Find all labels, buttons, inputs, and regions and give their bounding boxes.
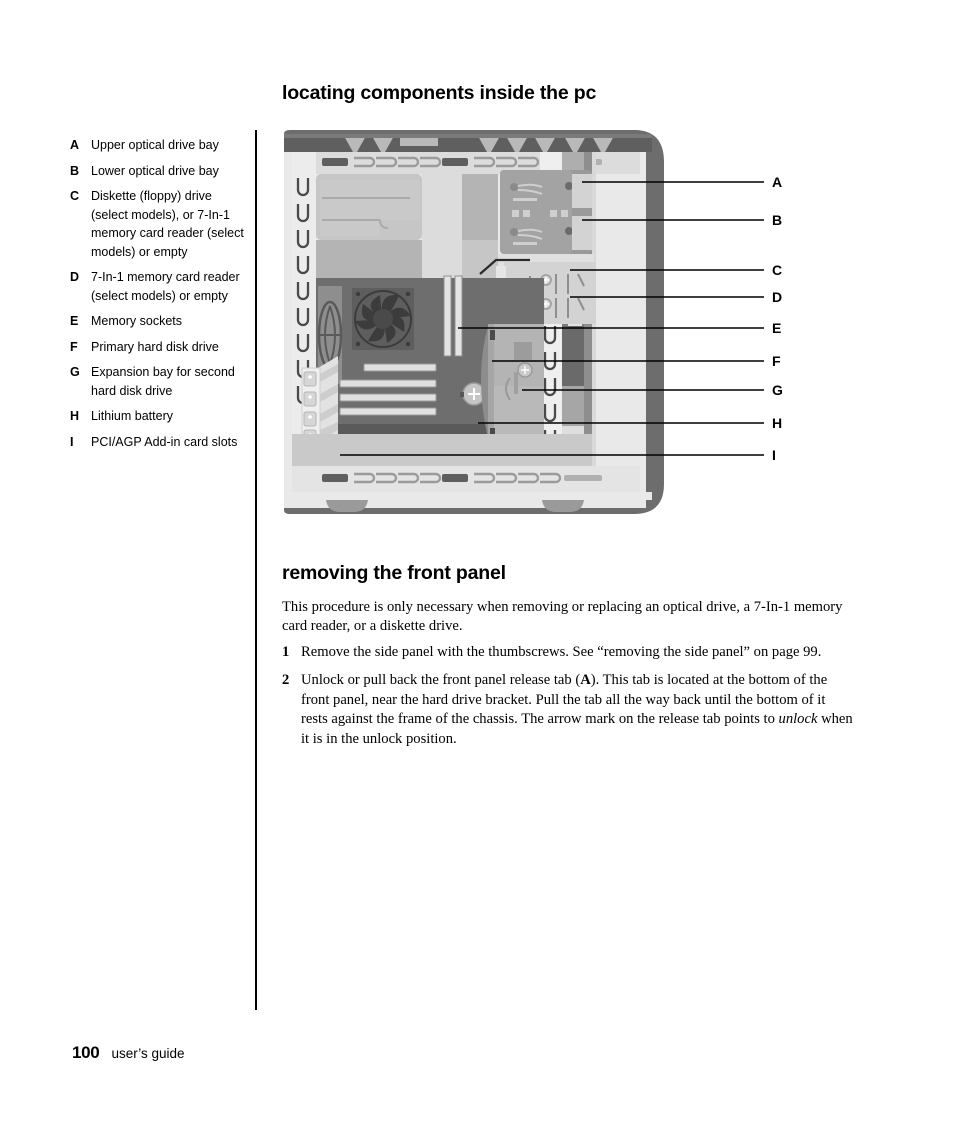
- legend-letter: A: [70, 138, 80, 152]
- legend-label: Diskette (floppy) drive (select models),…: [91, 189, 244, 259]
- legend-letter: B: [70, 163, 80, 178]
- legend-letter: H: [70, 409, 80, 423]
- callout-a: A: [772, 174, 783, 190]
- list-item: H Lithium battery: [70, 407, 245, 426]
- legend-letter: E: [70, 314, 79, 328]
- list-item: 1 Remove the side panel with the thumbsc…: [282, 643, 854, 662]
- manual-page: A Upper optical drive bay B Lower optica…: [0, 0, 954, 1123]
- callout-e: E: [772, 320, 782, 336]
- callout-i: I: [772, 447, 776, 463]
- legend-label: Upper optical drive bay: [91, 138, 219, 152]
- legend-letter: C: [70, 189, 80, 203]
- list-item: A Upper optical drive bay: [70, 136, 245, 155]
- legend-letter: G: [70, 365, 80, 379]
- callout-g: G: [772, 382, 783, 398]
- legend-letter: F: [70, 339, 78, 354]
- callout-h: H: [772, 415, 783, 431]
- legend-label: Expansion bay for second hard disk drive: [91, 365, 235, 398]
- legend-label: 7-In-1 memory card reader (select models…: [91, 270, 240, 303]
- list-item: 2 Unlock or pull back the front panel re…: [282, 671, 854, 749]
- list-item: G Expansion bay for second hard disk dri…: [70, 363, 245, 400]
- pc-interior-illustration: A B C D E F G H I: [282, 128, 792, 518]
- callout-b: B: [772, 212, 783, 228]
- legend-letter: D: [70, 270, 80, 284]
- list-item: D 7-In-1 memory card reader (select mode…: [70, 268, 245, 305]
- page-footer: 100 user’s guide: [72, 1043, 185, 1063]
- legend-letter: I: [70, 434, 74, 449]
- procedure-steps: 1 Remove the side panel with the thumbsc…: [282, 643, 854, 758]
- list-item: C Diskette (floppy) drive (select models…: [70, 187, 245, 261]
- legend-label: Lower optical drive bay: [91, 163, 219, 178]
- list-item: B Lower optical drive bay: [70, 162, 245, 181]
- step-emphasis-unlock: unlock: [778, 711, 818, 728]
- step-text: Remove the side panel with the thumbscre…: [301, 644, 822, 660]
- column-divider: [255, 130, 257, 1010]
- page-title: locating components inside the pc: [282, 82, 597, 104]
- list-item: I PCI/AGP Add-in card slots: [70, 433, 245, 452]
- legend-label: PCI/AGP Add-in card slots: [91, 434, 238, 449]
- legend-list: A Upper optical drive bay B Lower optica…: [70, 136, 245, 458]
- step-number: 2: [282, 672, 290, 689]
- intro-paragraph: This procedure is only necessary when re…: [282, 599, 843, 635]
- callout-c: C: [772, 262, 783, 278]
- list-item: F Primary hard disk drive: [70, 338, 245, 357]
- step-text: Unlock or pull back the front panel rele…: [301, 671, 854, 749]
- legend-label: Memory sockets: [91, 314, 182, 328]
- step-number: 1: [282, 644, 290, 660]
- step-reference-letter: A: [580, 672, 591, 689]
- legend-label: Lithium battery: [91, 409, 173, 423]
- list-item: E Memory sockets: [70, 312, 245, 331]
- step-text-part: Unlock or pull back the front panel rele…: [301, 672, 581, 689]
- guide-label: user’s guide: [111, 1046, 185, 1061]
- callout-f: F: [772, 353, 781, 369]
- section-title-removing-front-panel: removing the front panel: [282, 562, 506, 584]
- page-number: 100: [72, 1043, 100, 1062]
- callout-labels: A B C D E F G H I: [282, 128, 792, 518]
- callout-d: D: [772, 289, 783, 305]
- legend-label: Primary hard disk drive: [91, 339, 219, 354]
